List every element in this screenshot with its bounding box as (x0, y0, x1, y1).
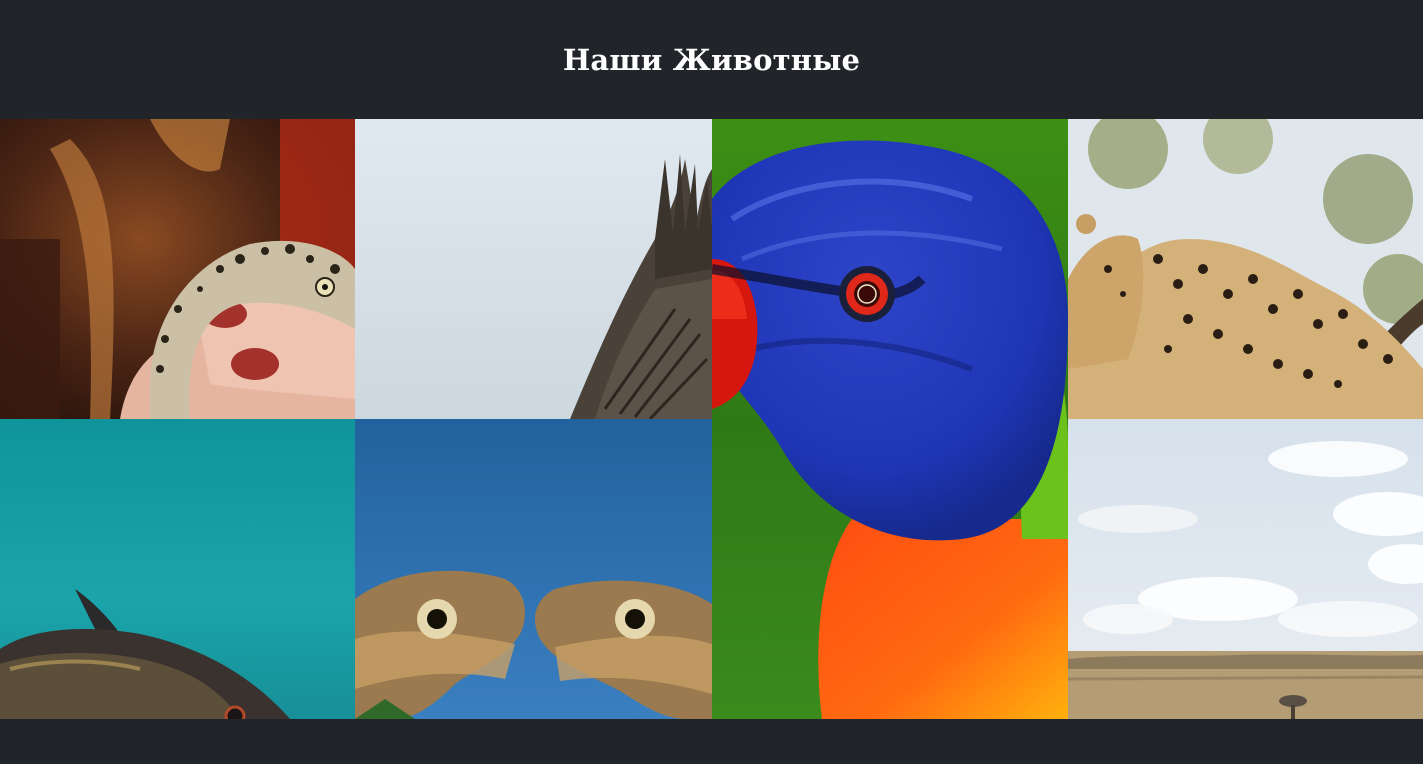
gallery-item-fish[interactable] (0, 419, 355, 719)
gallery-item-leopard[interactable] (1068, 119, 1423, 419)
page-header: Наши Животные (0, 0, 1423, 119)
gallery-item-gecko[interactable] (0, 119, 355, 419)
savanna-image (1068, 419, 1423, 719)
gallery-item-bird-wing[interactable] (355, 119, 712, 419)
leopard-image (1068, 119, 1423, 419)
animal-gallery (0, 119, 1423, 719)
gecko-image (0, 119, 355, 419)
gallery-item-savanna[interactable] (1068, 419, 1423, 719)
fish-image (0, 419, 355, 719)
lizards-image (355, 419, 712, 719)
page-footer (0, 719, 1423, 764)
page-title: Наши Животные (562, 42, 861, 77)
gallery-item-rainbow-lorikeet[interactable] (712, 119, 1068, 719)
gallery-item-lizards[interactable] (355, 419, 712, 719)
bird-wing-image (355, 119, 712, 419)
rainbow-lorikeet-image (712, 119, 1068, 719)
